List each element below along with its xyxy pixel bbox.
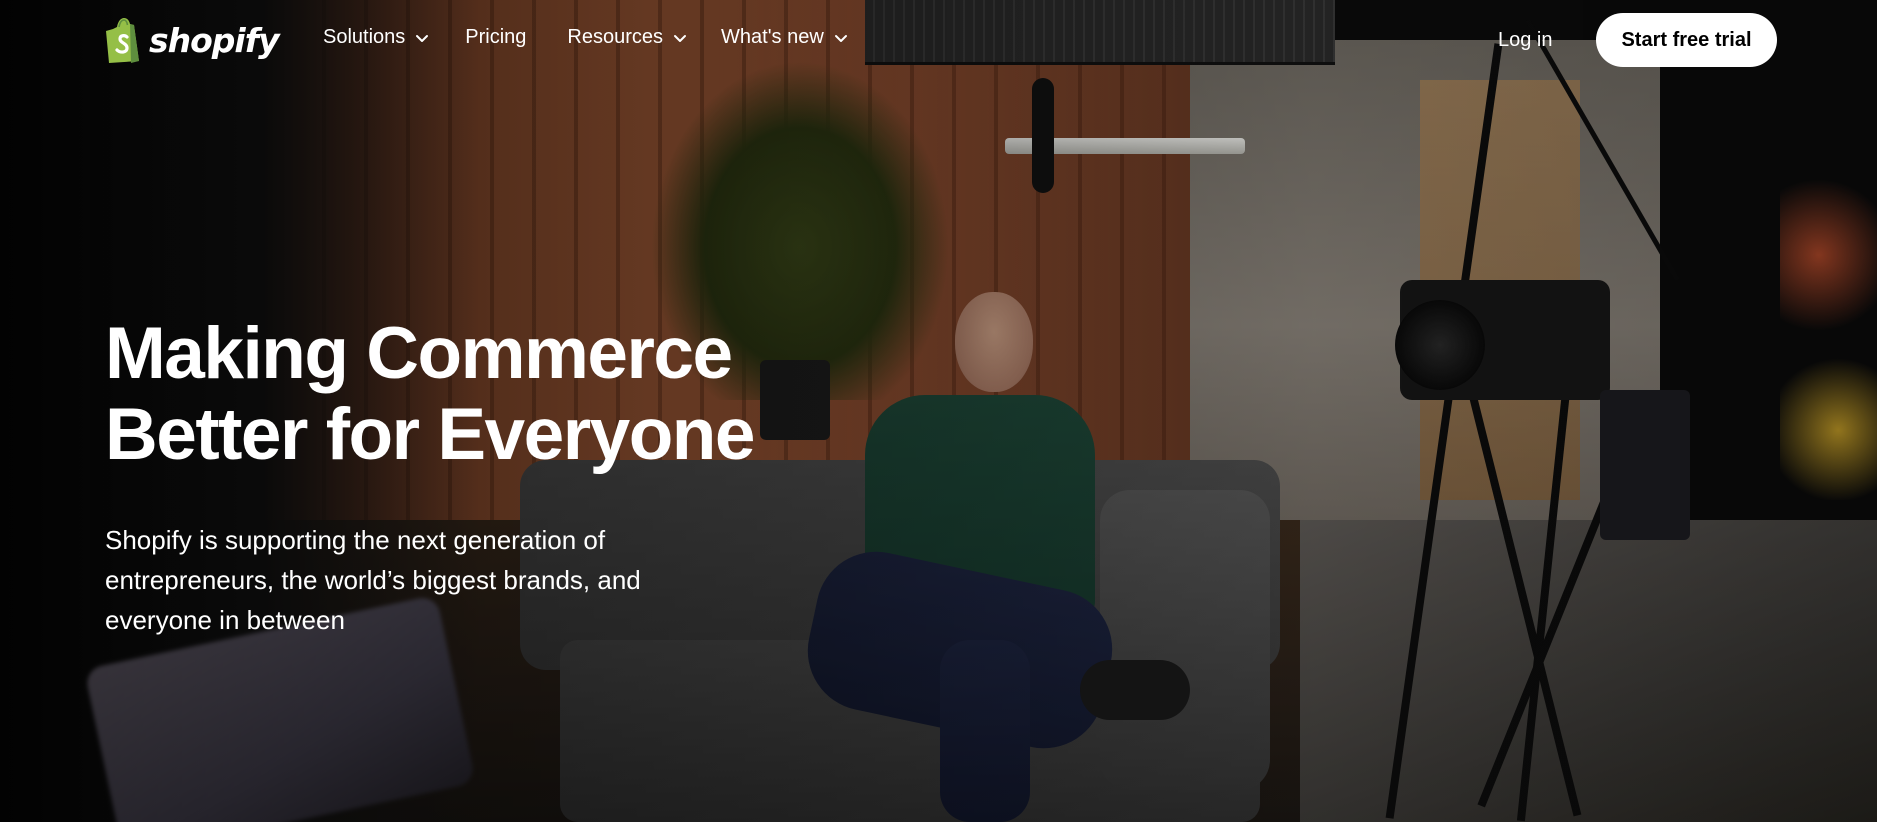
chevron-down-icon [674,34,687,42]
shopify-wordmark: shopify [149,20,280,60]
hero-title: Making Commerce Better for Everyone [105,313,865,475]
shopify-logo-link[interactable]: shopify [105,17,280,63]
hero-title-line: Making Commerce [105,313,733,394]
hero-subtitle: Shopify is supporting the next generatio… [105,525,641,635]
main-nav: Solutions Pricing Resources What's new [323,26,849,49]
hero-title-line: Better for Everyone [105,394,756,475]
start-free-trial-button[interactable]: Start free trial [1596,13,1777,67]
nav-item-label: Solutions [323,26,406,48]
nav-item-label: Resources [567,26,664,48]
nav-item-solutions[interactable]: Solutions [323,26,430,49]
nav-item-pricing[interactable]: Pricing [465,26,526,49]
chevron-down-icon [416,34,429,42]
log-in-link[interactable]: Log in [1498,29,1553,52]
nav-item-label: What's new [721,26,824,48]
top-navigation: shopify Solutions Pricing Resources What… [0,0,1877,82]
nav-item-resources[interactable]: Resources [567,26,688,49]
shopify-bag-icon [106,18,139,63]
nav-item-label: Pricing [465,26,527,48]
nav-item-whats-new[interactable]: What's new [721,26,849,49]
chevron-down-icon [834,34,847,42]
